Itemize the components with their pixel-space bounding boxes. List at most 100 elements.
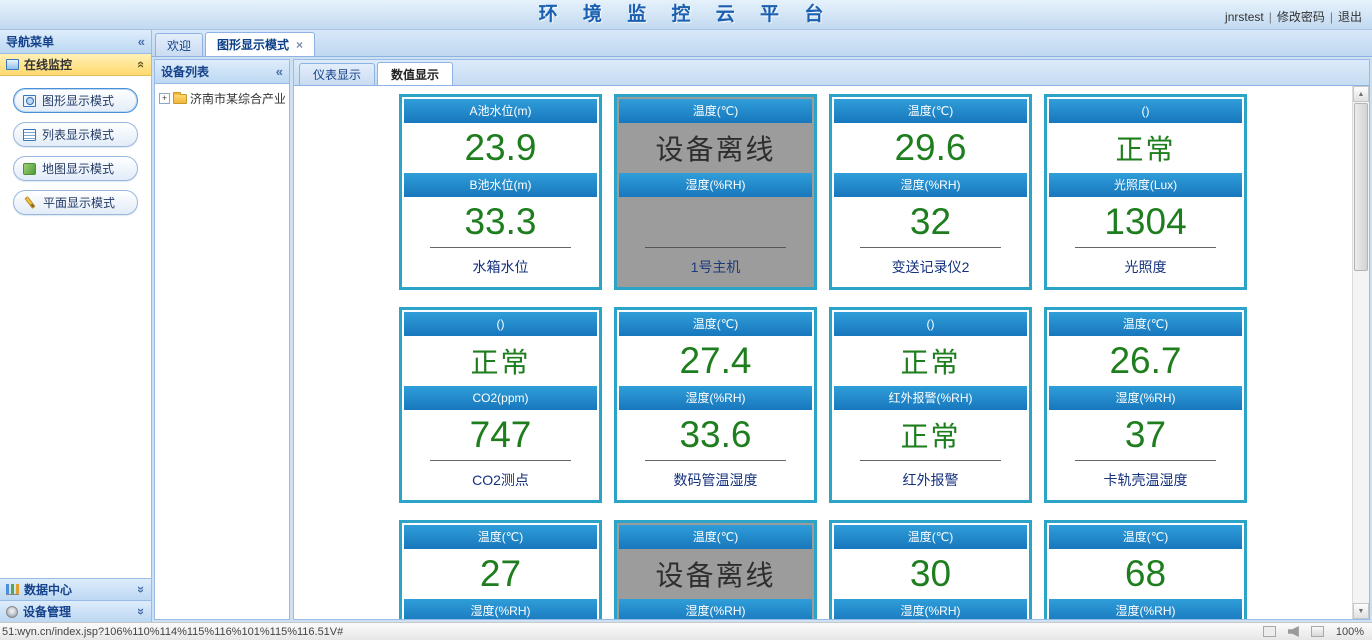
monitor-card: 温度(℃) 26.7 湿度(%RH) 37 卡轨壳温湿度 xyxy=(1044,307,1247,503)
app-title: 环 境 监 控 云 平 台 xyxy=(0,0,1372,30)
status-url-text: 51:wyn.cn/index.jsp?106%110%114%115%116%… xyxy=(2,626,343,638)
metric1-label: () xyxy=(404,312,597,336)
scroll-up-arrow-icon[interactable]: ▲ xyxy=(1353,86,1369,102)
card-title: 光照度 xyxy=(1049,248,1242,285)
gear-icon xyxy=(6,606,18,618)
chevron-up-icon[interactable]: « xyxy=(134,61,149,68)
section-data-center[interactable]: 数据中心 » xyxy=(0,578,151,600)
monitor-card: 温度(℃) 30 湿度(%RH) xyxy=(829,520,1032,619)
tab-numeric-display[interactable]: 数值显示 xyxy=(377,62,453,85)
main-panel: 设备列表 « + 济南市某综合产业区 仪表显示 xyxy=(152,57,1372,622)
tree-expander-icon[interactable]: + xyxy=(159,93,170,104)
nav-panel-header: 导航菜单 « xyxy=(0,30,151,54)
status-bar: 51:wyn.cn/index.jsp?106%110%114%115%116%… xyxy=(0,622,1372,640)
scroll-thumb[interactable] xyxy=(1354,103,1368,271)
change-password-link[interactable]: 修改密码 xyxy=(1277,10,1325,24)
monitor-icon xyxy=(6,59,19,70)
map-icon xyxy=(23,163,36,175)
collapsed-sections: 数据中心 » 设备管理 » xyxy=(0,578,151,622)
metric1-label: () xyxy=(1049,99,1242,123)
chevron-down-icon[interactable]: » xyxy=(134,608,149,615)
device-list-title: 设备列表 xyxy=(161,63,209,80)
app-header: 环 境 监 控 云 平 台 jnrstest|修改密码|退出 xyxy=(0,0,1372,30)
monitor-card: 温度(℃) 27.4 湿度(%RH) 33.6 数码管温湿度 xyxy=(614,307,817,503)
card-title: 数码管温湿度 xyxy=(619,461,812,498)
logout-link[interactable]: 退出 xyxy=(1338,10,1362,24)
monitor-card: 温度(℃) 68 湿度(%RH) xyxy=(1044,520,1247,619)
tree-node-industrial-zone[interactable]: + 济南市某综合产业区 xyxy=(159,89,285,107)
content-panel: 仪表显示 数值显示 A池水位(m) 23.9 B池水位(m) 33.3 水箱水位… xyxy=(293,59,1370,620)
view-tab-bar: 仪表显示 数值显示 xyxy=(294,60,1369,86)
tab-label: 图形显示模式 xyxy=(217,36,289,53)
vertical-scrollbar[interactable]: ▲ ▼ xyxy=(1352,86,1369,619)
card-title: 红外报警 xyxy=(834,461,1027,498)
list-mode-button[interactable]: 列表显示模式 xyxy=(13,122,138,147)
metric2-value: 747 xyxy=(404,410,597,460)
metric2-label: B池水位(m) xyxy=(404,173,597,197)
zoom-level[interactable]: 100% xyxy=(1336,626,1364,638)
metric1-value: 26.7 xyxy=(1049,336,1242,386)
page-icon[interactable] xyxy=(1263,626,1276,637)
section-online-monitoring[interactable]: 在线监控 « xyxy=(0,54,151,76)
app-body: 导航菜单 « 在线监控 « 图形显示模式 列表显示模式 地 xyxy=(0,30,1372,622)
chevron-down-icon[interactable]: » xyxy=(134,586,149,593)
metric2-value: 32 xyxy=(834,197,1027,247)
tree-node-label: 济南市某综合产业区 xyxy=(190,90,285,107)
metric2-label: 湿度(%RH) xyxy=(1049,599,1242,619)
metric2-label: 湿度(%RH) xyxy=(404,599,597,619)
monitor-card: () 正常 红外报警(%RH) 正常 红外报警 xyxy=(829,307,1032,503)
section-label: 数据中心 xyxy=(24,581,72,598)
device-list-collapse-icon[interactable]: « xyxy=(276,64,283,79)
separator: | xyxy=(1330,10,1333,24)
metric2-label: 湿度(%RH) xyxy=(619,173,812,197)
metric1-label: 温度(℃) xyxy=(619,99,812,123)
metric1-value: 设备离线 xyxy=(619,123,812,173)
speaker-icon[interactable] xyxy=(1288,626,1299,637)
metric1-label: 温度(℃) xyxy=(834,525,1027,549)
tab-instrument-display[interactable]: 仪表显示 xyxy=(299,63,375,85)
metric2-label: 光照度(Lux) xyxy=(1049,173,1242,197)
tab-welcome[interactable]: 欢迎 xyxy=(155,33,203,56)
monitor-card: 温度(℃) 29.6 湿度(%RH) 32 变送记录仪2 xyxy=(829,94,1032,290)
metric2-label: 湿度(%RH) xyxy=(1049,386,1242,410)
user-links: jnrstest|修改密码|退出 xyxy=(1225,8,1362,25)
card-title: 1号主机 xyxy=(619,248,812,285)
tab-graphic-mode[interactable]: 图形显示模式 × xyxy=(205,32,315,56)
monitor-card: () 正常 CO2(ppm) 747 CO2测点 xyxy=(399,307,602,503)
section-label: 设备管理 xyxy=(23,603,71,620)
metric2-value: 33.6 xyxy=(619,410,812,460)
metric1-label: 温度(℃) xyxy=(404,525,597,549)
metric1-label: 温度(℃) xyxy=(1049,525,1242,549)
metric2-label: 湿度(%RH) xyxy=(619,599,812,619)
metric2-value: 正常 xyxy=(834,410,1027,460)
cards-area: A池水位(m) 23.9 B池水位(m) 33.3 水箱水位 温度(℃) 设备离… xyxy=(294,86,1369,619)
nav-button-group: 图形显示模式 列表显示模式 地图显示模式 平面显示模式 xyxy=(0,76,151,578)
list-icon xyxy=(23,129,36,141)
section-device-management[interactable]: 设备管理 » xyxy=(0,600,151,622)
map-mode-button[interactable]: 地图显示模式 xyxy=(13,156,138,181)
tab-label: 仪表显示 xyxy=(313,66,361,83)
metric2-label: CO2(ppm) xyxy=(404,386,597,410)
device-tree: + 济南市某综合产业区 xyxy=(155,84,289,112)
metric1-value: 正常 xyxy=(834,336,1027,386)
monitor-status-icon[interactable] xyxy=(1311,626,1324,637)
card-title: 卡轨壳温湿度 xyxy=(1049,461,1242,498)
close-icon[interactable]: × xyxy=(296,38,303,52)
nav-title: 导航菜单 xyxy=(6,33,54,50)
scroll-down-arrow-icon[interactable]: ▼ xyxy=(1353,603,1369,619)
cards-grid: A池水位(m) 23.9 B池水位(m) 33.3 水箱水位 温度(℃) 设备离… xyxy=(294,86,1352,619)
metric1-label: 温度(℃) xyxy=(1049,312,1242,336)
metric2-value: 37 xyxy=(1049,410,1242,460)
metric1-value: 设备离线 xyxy=(619,549,812,599)
metric1-value: 正常 xyxy=(1049,123,1242,173)
graphic-mode-button[interactable]: 图形显示模式 xyxy=(13,88,138,113)
metric1-label: A池水位(m) xyxy=(404,99,597,123)
metric1-value: 23.9 xyxy=(404,123,597,173)
plane-mode-button[interactable]: 平面显示模式 xyxy=(13,190,138,215)
monitor-card: 温度(℃) 27 湿度(%RH) xyxy=(399,520,602,619)
nav-collapse-icon[interactable]: « xyxy=(138,34,145,49)
device-list-header: 设备列表 « xyxy=(155,60,289,84)
metric2-value: 33.3 xyxy=(404,197,597,247)
monitor-card: A池水位(m) 23.9 B池水位(m) 33.3 水箱水位 xyxy=(399,94,602,290)
tab-label: 欢迎 xyxy=(167,37,191,54)
